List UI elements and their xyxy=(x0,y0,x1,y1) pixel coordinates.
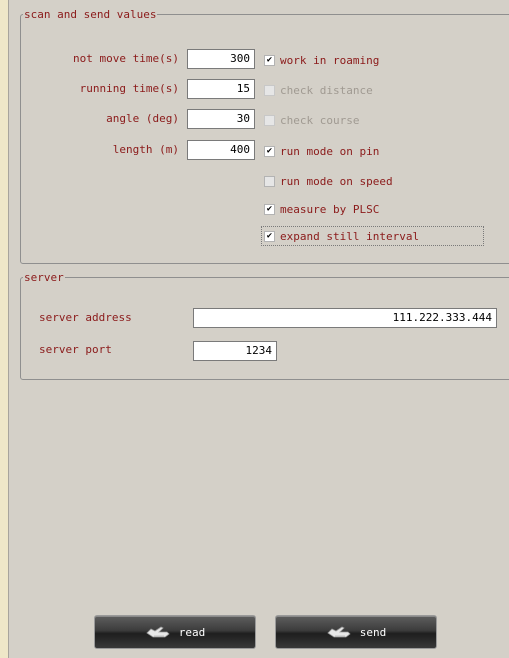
server-address-field[interactable]: 111.222.333.444 xyxy=(193,308,497,328)
not-move-time-field[interactable]: 300 xyxy=(187,49,255,69)
checkmark-icon: ✔ xyxy=(264,145,275,157)
hand-icon xyxy=(327,626,351,638)
hand-icon xyxy=(146,626,170,638)
unchecked-box-icon xyxy=(264,114,275,126)
run-mode-on-pin-checkbox[interactable]: ✔ run mode on pin xyxy=(264,143,379,159)
length-field[interactable]: 400 xyxy=(187,140,255,160)
checkmark-icon: ✔ xyxy=(264,54,275,66)
not-move-time-label: not move time(s) xyxy=(73,52,179,65)
angle-field[interactable]: 30 xyxy=(187,109,255,129)
work-in-roaming-checkbox[interactable]: ✔ work in roaming xyxy=(264,52,379,68)
checkmark-icon: ✔ xyxy=(264,230,275,242)
scan-values-legend: scan and send values xyxy=(24,8,157,21)
checkmark-icon: ✔ xyxy=(264,203,275,215)
expand-still-interval-checkbox[interactable]: ✔ expand still interval xyxy=(264,228,419,244)
server-port-field[interactable]: 1234 xyxy=(193,341,277,361)
run-mode-on-speed-checkbox[interactable]: run mode on speed xyxy=(264,173,393,189)
check-course-checkbox[interactable]: check course xyxy=(264,112,359,128)
left-edge-strip xyxy=(0,0,8,658)
check-course-label: check course xyxy=(280,113,360,127)
server-address-label: server address xyxy=(39,311,132,324)
angle-label: angle (deg) xyxy=(106,112,179,125)
read-button[interactable]: read xyxy=(94,615,256,649)
send-button-label: send xyxy=(359,625,387,639)
unchecked-box-icon xyxy=(264,175,275,187)
server-port-label: server port xyxy=(39,343,112,356)
measure-by-plsc-label: measure by PLSC xyxy=(280,202,380,216)
measure-by-plsc-checkbox[interactable]: ✔ measure by PLSC xyxy=(264,201,379,217)
check-distance-label: check distance xyxy=(280,83,373,97)
work-in-roaming-label: work in roaming xyxy=(280,53,380,67)
run-mode-on-pin-label: run mode on pin xyxy=(280,144,380,158)
run-mode-on-speed-label: run mode on speed xyxy=(280,174,393,188)
running-time-label: running time(s) xyxy=(79,82,179,95)
server-legend: server xyxy=(24,271,64,284)
unchecked-box-icon xyxy=(264,84,275,96)
length-label: length (m) xyxy=(112,143,179,156)
running-time-field[interactable]: 15 xyxy=(187,79,255,99)
read-button-label: read xyxy=(178,625,206,639)
settings-panel: scan and send values not move time(s) ru… xyxy=(9,0,509,658)
send-button[interactable]: send xyxy=(275,615,437,649)
check-distance-checkbox[interactable]: check distance xyxy=(264,82,373,98)
expand-still-interval-label: expand still interval xyxy=(280,229,420,243)
